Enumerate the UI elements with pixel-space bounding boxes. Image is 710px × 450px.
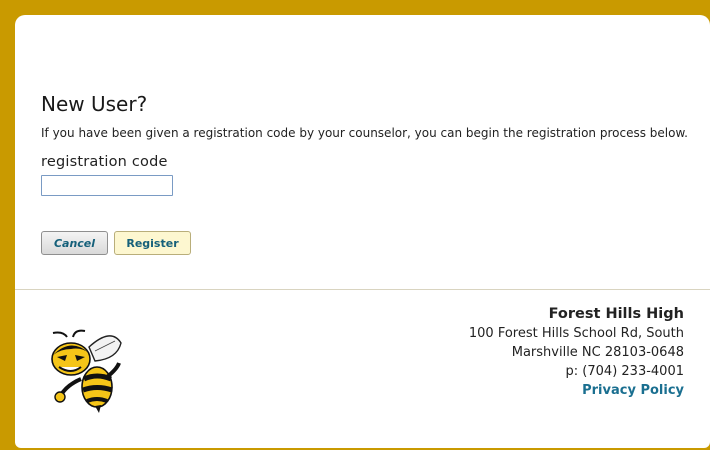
intro-text: If you have been given a registration co…: [41, 126, 688, 140]
page-title: New User?: [41, 92, 148, 116]
address-line-1: 100 Forest Hills School Rd, South: [468, 326, 684, 341]
registration-code-input[interactable]: [41, 175, 173, 196]
school-name: Forest Hills High: [548, 306, 684, 322]
page-frame: New User? If you have been given a regis…: [0, 0, 710, 450]
footer-divider: [15, 289, 710, 290]
registration-code-label: registration code: [41, 154, 168, 170]
registration-section: New User? If you have been given a regis…: [41, 91, 691, 196]
phone-number: p: (704) 233-4001: [565, 364, 684, 379]
yellow-jacket-mascot-icon: [45, 327, 125, 413]
address-line-2: Marshville NC 28103-0648: [511, 345, 684, 360]
main-card: New User? If you have been given a regis…: [15, 15, 710, 448]
cancel-button[interactable]: Cancel: [41, 231, 108, 255]
privacy-policy-link[interactable]: Privacy Policy: [582, 383, 684, 398]
register-button[interactable]: Register: [114, 231, 191, 255]
form-buttons: Cancel Register: [41, 231, 191, 255]
school-contact: Forest Hills High 100 Forest Hills Schoo…: [469, 305, 684, 400]
